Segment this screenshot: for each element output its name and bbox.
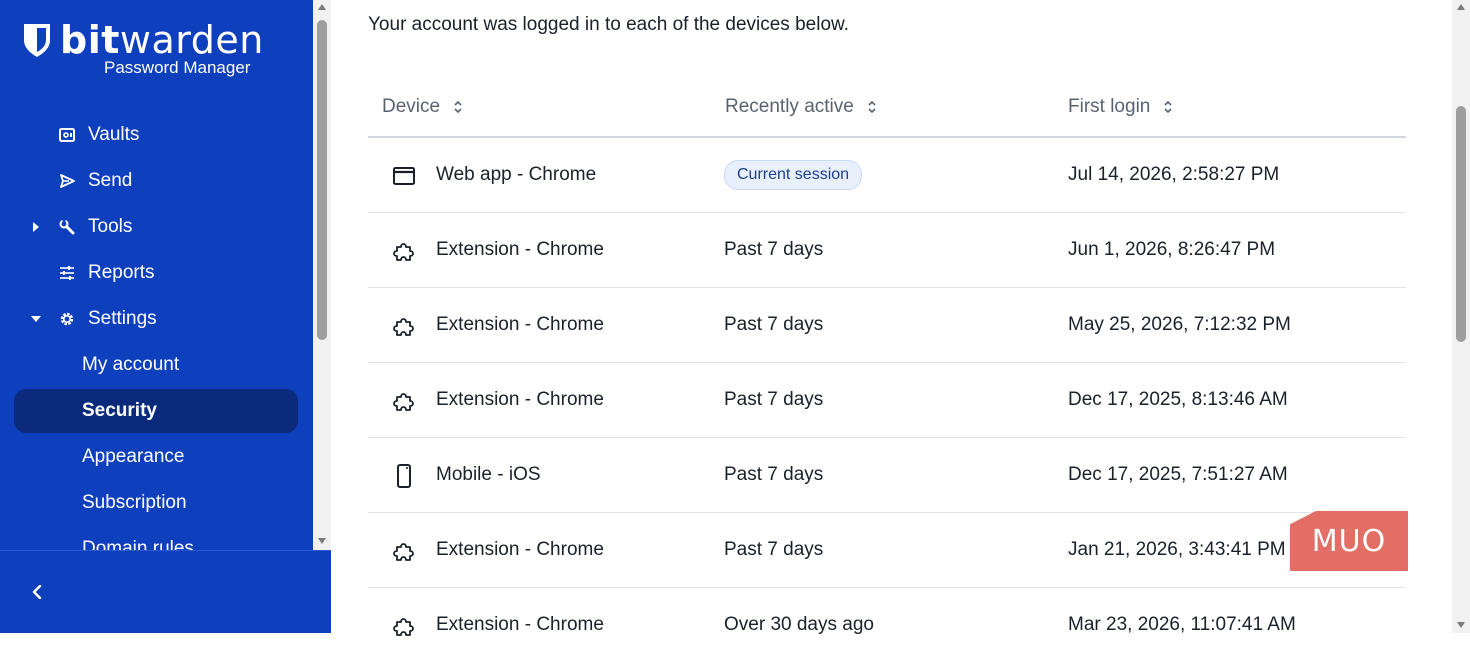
device-name: Extension - Chrome xyxy=(436,539,604,560)
first-login-value: Jul 14, 2026, 2:58:27 PM xyxy=(1068,164,1280,185)
devices-intro-text: Your account was logged in to each of th… xyxy=(368,14,849,35)
table-row: Extension - Chrome Past 7 days Jun 1, 20… xyxy=(368,213,1406,288)
brand-name-light: warden xyxy=(119,18,264,62)
brand-subtitle: Password Manager xyxy=(104,58,251,77)
puzzle-icon xyxy=(392,239,416,263)
sidebar-item-tools[interactable]: Tools xyxy=(0,207,313,247)
device-name: Mobile - iOS xyxy=(436,464,541,485)
device-name: Extension - Chrome xyxy=(436,614,604,635)
first-login-value: Mar 23, 2026, 11:07:41 AM xyxy=(1068,614,1296,635)
table-row: Web app - Chrome Current session Jul 14,… xyxy=(368,138,1406,213)
recently-active-value: Over 30 days ago xyxy=(724,614,874,635)
column-header-recently-active[interactable]: Recently active xyxy=(725,96,876,118)
devices-table: Device Recently active First login Web a… xyxy=(368,82,1406,662)
first-login-value: Dec 17, 2025, 8:13:46 AM xyxy=(1068,389,1288,410)
device-name: Web app - Chrome xyxy=(436,164,597,185)
mobile-phone-icon xyxy=(392,464,416,488)
device-name: Extension - Chrome xyxy=(436,389,604,410)
current-session-badge: Current session xyxy=(724,160,863,190)
table-row: Extension - Chrome Over 30 days ago Mar … xyxy=(368,588,1406,662)
recently-active-value: Past 7 days xyxy=(724,314,824,335)
recently-active-value: Past 7 days xyxy=(724,389,824,410)
scroll-up-arrow-icon[interactable] xyxy=(1457,4,1465,10)
sidebar-footer xyxy=(0,550,331,633)
sidebar-subitem-security[interactable]: Security xyxy=(14,389,298,433)
sidebar-item-label: Settings xyxy=(88,308,157,329)
sidebar-subitem-my-account[interactable]: My account xyxy=(14,343,298,387)
sidebar-subitem-label: Subscription xyxy=(82,492,187,513)
table-row: Extension - Chrome Past 7 days May 25, 2… xyxy=(368,288,1406,363)
scroll-down-arrow-icon[interactable] xyxy=(1457,622,1465,628)
table-row: Extension - Chrome Past 7 days Jan 21, 2… xyxy=(368,513,1406,588)
sidebar-scrollbar[interactable] xyxy=(313,0,331,550)
first-login-value: Dec 17, 2025, 7:51:27 AM xyxy=(1068,464,1288,485)
column-header-device[interactable]: Device xyxy=(382,96,462,118)
column-header-first-login[interactable]: First login xyxy=(1068,96,1172,118)
column-header-label: First login xyxy=(1068,96,1151,117)
sliders-icon xyxy=(58,264,76,282)
sort-icon xyxy=(868,100,876,114)
table-row: Mobile - iOS Past 7 days Dec 17, 2025, 7… xyxy=(368,438,1406,513)
sidebar-subitem-label: Appearance xyxy=(82,446,185,467)
sort-icon xyxy=(454,100,462,114)
wrench-icon xyxy=(58,218,76,236)
collapse-sidebar-button[interactable] xyxy=(24,579,50,605)
sidebar-item-reports[interactable]: Reports xyxy=(0,253,313,293)
muo-watermark-logo: MUO xyxy=(1290,511,1408,571)
sort-icon xyxy=(1164,100,1172,114)
scroll-up-arrow-icon[interactable] xyxy=(318,4,326,10)
sidebar-item-label: Reports xyxy=(88,262,155,283)
shield-icon xyxy=(24,24,50,57)
bitwarden-logo[interactable]: bitwarden Password Manager xyxy=(22,18,264,77)
sidebar-item-settings[interactable]: Settings xyxy=(0,299,313,339)
column-header-label: Device xyxy=(382,96,441,117)
first-login-value: Jan 21, 2026, 3:43:41 PM xyxy=(1068,539,1286,560)
puzzle-icon xyxy=(392,614,416,638)
sidebar: bitwarden Password Manager Vaults Send T… xyxy=(0,0,313,633)
gear-icon xyxy=(58,310,76,328)
caret-right-icon xyxy=(30,221,42,233)
sidebar-scrollbar-thumb[interactable] xyxy=(317,20,327,340)
table-header: Device Recently active First login xyxy=(368,82,1406,138)
recently-active-value: Past 7 days xyxy=(724,539,824,560)
column-header-label: Recently active xyxy=(725,96,854,117)
send-icon xyxy=(58,172,76,190)
sidebar-subitem-subscription[interactable]: Subscription xyxy=(14,481,298,525)
sidebar-subitem-appearance[interactable]: Appearance xyxy=(14,435,298,479)
sidebar-subitem-label: Security xyxy=(82,400,157,421)
puzzle-icon xyxy=(392,539,416,563)
sidebar-subitem-label: My account xyxy=(82,354,180,375)
first-login-value: Jun 1, 2026, 8:26:47 PM xyxy=(1068,239,1276,260)
chevron-left-icon xyxy=(32,585,42,599)
puzzle-icon xyxy=(392,389,416,413)
puzzle-icon xyxy=(392,314,416,338)
sidebar-item-label: Vaults xyxy=(88,124,140,145)
caret-down-icon xyxy=(30,313,42,325)
sidebar-item-label: Send xyxy=(88,170,133,191)
sidebar-item-vaults[interactable]: Vaults xyxy=(0,115,313,155)
device-name: Extension - Chrome xyxy=(436,314,604,335)
sidebar-item-label: Tools xyxy=(88,216,133,237)
vault-icon xyxy=(58,126,76,144)
recently-active-value: Past 7 days xyxy=(724,464,824,485)
brand-name-bold: bit xyxy=(60,18,120,62)
sidebar-item-send[interactable]: Send xyxy=(0,161,313,201)
first-login-value: May 25, 2026, 7:12:32 PM xyxy=(1068,314,1291,335)
main-scrollbar[interactable] xyxy=(1452,0,1470,633)
recently-active-value: Past 7 days xyxy=(724,239,824,260)
device-name: Extension - Chrome xyxy=(436,239,604,260)
table-row: Extension - Chrome Past 7 days Dec 17, 2… xyxy=(368,363,1406,438)
main-scrollbar-thumb[interactable] xyxy=(1456,106,1466,342)
scroll-down-arrow-icon[interactable] xyxy=(318,538,326,544)
browser-window-icon xyxy=(392,164,416,188)
